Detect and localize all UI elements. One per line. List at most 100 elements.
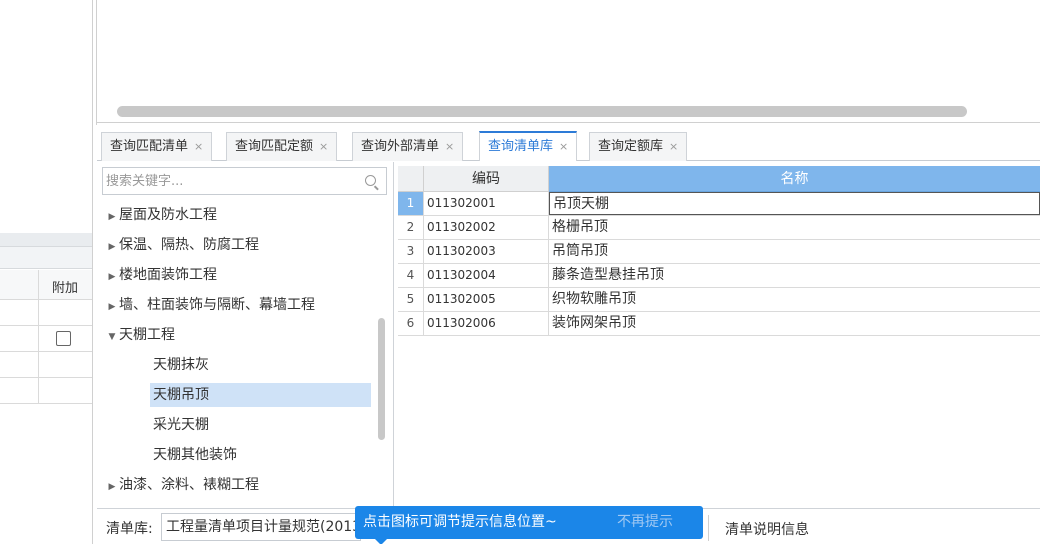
tree-node-label: 天棚吊顶: [153, 387, 209, 403]
caret-right-icon[interactable]: ▶: [105, 295, 119, 319]
tree-node[interactable]: ▼ 天棚工程: [105, 323, 175, 347]
tree-node[interactable]: 天棚吊顶: [150, 383, 371, 407]
table-row[interactable]: 5 011302005 织物软雕吊顶: [398, 288, 1040, 312]
tab-label: 查询匹配定额: [235, 139, 314, 154]
close-icon[interactable]: ×: [319, 140, 328, 153]
row-number[interactable]: 3: [398, 240, 424, 263]
left-grid-row[interactable]: [0, 300, 92, 326]
table-row[interactable]: 3 011302003 吊筒吊顶: [398, 240, 1040, 264]
code-cell[interactable]: 011302002: [424, 216, 549, 239]
search-icon[interactable]: [365, 175, 376, 186]
tree-node[interactable]: ▶ 油漆、涂料、裱糊工程: [105, 473, 259, 497]
caret-down-icon[interactable]: ▼: [105, 325, 119, 349]
tab-label: 查询匹配清单: [110, 139, 189, 154]
tooltip-arrow-icon[interactable]: [375, 539, 387, 544]
code-cell[interactable]: 011302003: [424, 240, 549, 263]
tree-node-label: 天棚抹灰: [153, 357, 209, 373]
name-cell[interactable]: 格栅吊顶: [549, 216, 1040, 239]
code-cell[interactable]: 011302004: [424, 264, 549, 287]
tab-label: 查询清单库: [488, 139, 554, 154]
tree-node-label: 屋面及防水工程: [119, 207, 217, 223]
table-row[interactable]: 4 011302004 藤条造型悬挂吊顶: [398, 264, 1040, 288]
left-grid-header: 附加: [0, 270, 92, 300]
hint-tooltip[interactable]: 点击图标可调节提示信息位置~ 不再提示: [355, 506, 703, 544]
search-input[interactable]: [106, 171, 356, 191]
grid-header: 编码 名称: [398, 166, 1040, 192]
tab-2[interactable]: 查询匹配定额 ×: [226, 132, 338, 161]
library-select[interactable]: 工程量清单项目计量规范(2013: [161, 513, 361, 541]
close-icon[interactable]: ×: [194, 140, 203, 153]
column-header-name[interactable]: 名称: [549, 166, 1040, 192]
tree-node-label: 天棚其他装饰: [153, 447, 237, 463]
tree-node[interactable]: ▶ 墙、柱面装饰与隔断、幕墙工程: [105, 293, 315, 317]
tree-node[interactable]: ▶ 屋面及防水工程: [105, 203, 217, 227]
left-panel-toolbar: [0, 247, 92, 269]
column-separator: [38, 352, 39, 377]
close-icon[interactable]: ×: [445, 140, 454, 153]
column-header-addon: 附加: [51, 281, 78, 296]
tree-node[interactable]: ▶ 楼地面装饰工程: [105, 263, 217, 287]
left-grid-row[interactable]: [0, 352, 92, 378]
tree-node[interactable]: 采光天棚: [150, 413, 213, 437]
tab-1[interactable]: 查询匹配清单 ×: [101, 132, 213, 161]
tree-node[interactable]: 天棚其他装饰: [150, 443, 241, 467]
close-icon[interactable]: ×: [669, 140, 678, 153]
tab-5[interactable]: 查询定额库 ×: [589, 132, 688, 161]
code-cell[interactable]: 011302005: [424, 288, 549, 311]
tree-node[interactable]: 天棚抹灰: [150, 353, 213, 377]
row-number[interactable]: 2: [398, 216, 424, 239]
tree-node-label: 楼地面装饰工程: [119, 267, 217, 283]
name-cell[interactable]: 藤条造型悬挂吊顶: [549, 264, 1040, 287]
code-cell[interactable]: 011302006: [424, 312, 549, 335]
grid-corner-cell[interactable]: [398, 166, 424, 192]
row-number[interactable]: 6: [398, 312, 424, 335]
left-grid-row[interactable]: [0, 378, 92, 404]
caret-right-icon[interactable]: ▶: [105, 475, 119, 499]
caret-right-icon[interactable]: ▶: [105, 205, 119, 229]
name-cell[interactable]: 吊筒吊顶: [549, 240, 1040, 263]
tree-node-label: 天棚工程: [119, 327, 175, 343]
tab-label: 查询定额库: [598, 139, 664, 154]
tab-3[interactable]: 查询外部清单 ×: [352, 132, 464, 161]
caret-right-icon[interactable]: ▶: [105, 235, 119, 259]
addon-checkbox[interactable]: [56, 331, 71, 346]
table-row[interactable]: 6 011302006 装饰网架吊顶: [398, 312, 1040, 336]
panel-divider[interactable]: [92, 0, 93, 544]
bill-items-grid: 编码 名称 1 011302001 吊顶天棚 2 011302002 格栅吊顶 3 01130…: [398, 162, 1040, 508]
name-cell[interactable]: 吊顶天棚: [549, 192, 1040, 215]
left-grid-row[interactable]: [0, 326, 92, 352]
column-header-code[interactable]: 编码: [424, 166, 549, 192]
tree-vertical-scrollbar[interactable]: [378, 318, 385, 440]
column-separator: [38, 300, 39, 325]
code-cell[interactable]: 011302001: [424, 192, 549, 215]
row-number[interactable]: 4: [398, 264, 424, 287]
bottom-separator: [708, 515, 709, 541]
tree-node-label: 油漆、涂料、裱糊工程: [119, 477, 259, 493]
dont-show-again-link[interactable]: 不再提示: [617, 506, 673, 539]
tree-node[interactable]: ▶ 保温、隔热、防腐工程: [105, 233, 259, 257]
app-window: 附加 查询匹配清单×查询匹配定额×查询外部清单×查询清单库×查询定额库× ▶屋面…: [0, 0, 1040, 544]
name-cell[interactable]: 装饰网架吊顶: [549, 312, 1040, 335]
tab-label: 查询外部清单: [361, 139, 440, 154]
column-separator: [38, 378, 39, 403]
query-tab-bar: 查询匹配清单 × 查询匹配定额 × 查询外部清单 × 查询清单库 × 查询定额库 ×: [97, 129, 1040, 161]
tab-4[interactable]: 查询清单库 ×: [479, 131, 578, 161]
caret-right-icon[interactable]: ▶: [105, 265, 119, 289]
tree-node-label: 墙、柱面装饰与隔断、幕墙工程: [119, 297, 315, 313]
left-panel: 附加: [0, 0, 92, 544]
library-label: 清单库:: [106, 521, 153, 537]
horizontal-scrollbar[interactable]: [117, 106, 967, 117]
row-number[interactable]: 5: [398, 288, 424, 311]
close-icon[interactable]: ×: [559, 140, 568, 153]
category-tree-panel: ▶屋面及防水工程▶保温、隔热、防腐工程▶楼地面装饰工程▶墙、柱面装饰与隔断、幕墙…: [97, 162, 394, 508]
name-cell[interactable]: 织物软雕吊顶: [549, 288, 1040, 311]
table-row[interactable]: 2 011302002 格栅吊顶: [398, 216, 1040, 240]
preview-divider: [97, 122, 1040, 123]
left-panel-splitter[interactable]: [0, 233, 92, 247]
row-number[interactable]: 1: [398, 192, 424, 215]
search-box[interactable]: [102, 167, 387, 195]
table-row[interactable]: 1 011302001 吊顶天棚: [398, 192, 1040, 216]
left-panel-upper: [0, 0, 92, 233]
preview-area: [97, 0, 1040, 122]
description-label[interactable]: 清单说明信息: [725, 519, 809, 539]
